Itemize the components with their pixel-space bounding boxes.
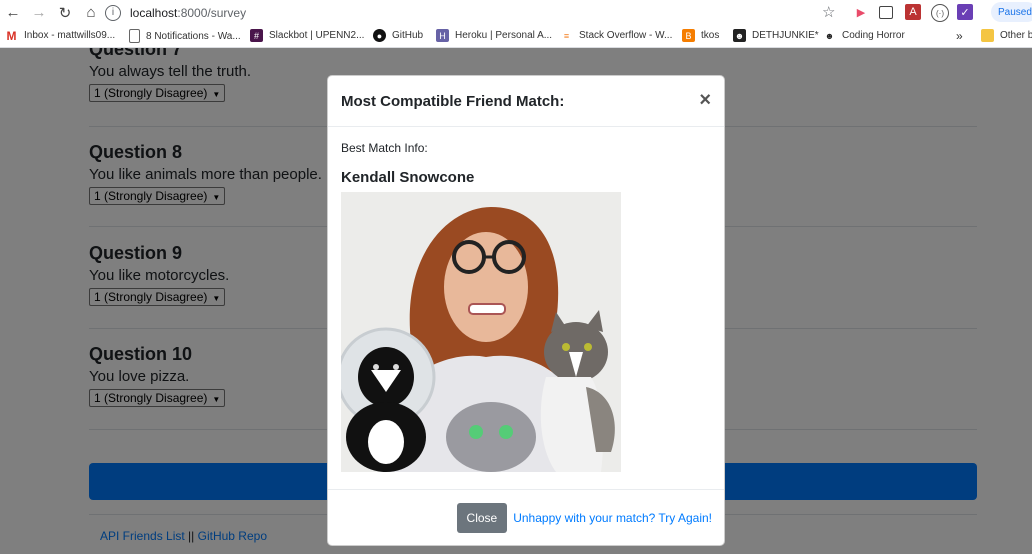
bookmark-item[interactable]: 8 Notifications - Wa... — [129, 29, 241, 43]
folder-icon — [981, 29, 994, 42]
heroku-icon: H — [436, 29, 449, 42]
bookmark-label: GitHub — [392, 30, 424, 41]
bookmark-item[interactable]: ≡ Stack Overflow - W... — [560, 29, 673, 42]
site-info-icon[interactable]: i — [105, 4, 121, 21]
bookmark-item[interactable]: ● GitHub — [373, 29, 423, 42]
bookmark-label: tkos — [701, 30, 720, 41]
bookmark-label: Coding Horror — [842, 30, 905, 41]
close-icon[interactable]: × — [699, 89, 711, 112]
match-modal: Most Compatible Friend Match: × Best Mat… — [327, 75, 725, 546]
forward-icon[interactable]: → — [26, 0, 52, 25]
url-path: :8000/survey — [177, 5, 247, 20]
match-photo — [341, 192, 621, 472]
match-info-label: Best Match Info: — [341, 141, 428, 155]
bookmark-item[interactable]: B tkos — [682, 29, 719, 42]
browser-toolbar: ← → ↻ ⌂ i localhost:8000/survey ☆ ▶ A (·… — [0, 0, 1032, 25]
bookmark-item[interactable]: # Slackbot | UPENN2... — [250, 29, 364, 42]
bookmark-label: DETHJUNKIE* — [752, 30, 819, 41]
site-icon: ☻ — [824, 30, 835, 41]
try-again-link[interactable]: Unhappy with your match? Try Again! — [513, 511, 712, 525]
extension-icon[interactable]: ▶ — [853, 4, 869, 20]
bookmarks-bar: M Inbox - mattwills09... 8 Notifications… — [0, 25, 1032, 48]
bookmark-item[interactable]: M Inbox - mattwills09... — [5, 28, 116, 43]
stackoverflow-icon: ≡ — [563, 30, 570, 41]
reload-icon[interactable]: ↻ — [52, 0, 78, 25]
modal-body: Best Match Info: Kendall Snowcone — [328, 127, 724, 486]
modal-title: Most Compatible Friend Match: — [341, 92, 565, 110]
modal-header: Most Compatible Friend Match: × — [328, 76, 724, 127]
modal-footer: Close Unhappy with your match? Try Again… — [328, 489, 724, 545]
address-bar[interactable]: i localhost:8000/survey — [105, 2, 850, 23]
bookmark-label: Heroku | Personal A... — [455, 30, 553, 41]
slack-icon: # — [250, 29, 263, 42]
extension-icon[interactable]: (·) — [931, 4, 949, 22]
bookmark-label: Inbox - mattwills09... — [24, 30, 116, 41]
bookmark-item[interactable]: H Heroku | Personal A... — [436, 29, 552, 42]
bookmark-label: Other b — [1000, 30, 1032, 41]
url-host: localhost — [130, 5, 178, 20]
page-icon — [129, 29, 140, 43]
match-name: Kendall Snowcone — [341, 169, 475, 186]
bookmark-star-icon[interactable]: ☆ — [822, 3, 835, 21]
profile-paused-button[interactable]: Paused — [991, 2, 1032, 22]
screen-capture-icon[interactable] — [879, 6, 893, 19]
bookmark-item[interactable]: ☻ DETHJUNKIE* — [733, 29, 819, 42]
bookmark-label: Slackbot | UPENN2... — [269, 30, 365, 41]
other-bookmarks-folder[interactable]: Other b — [981, 29, 1032, 42]
bookmark-item[interactable]: ☻ Coding Horror — [823, 29, 905, 42]
github-icon: ● — [373, 29, 386, 42]
site-icon: ☻ — [733, 29, 746, 42]
back-icon[interactable]: ← — [0, 0, 26, 25]
close-button[interactable]: Close — [456, 502, 508, 533]
blogger-icon: B — [682, 29, 695, 42]
bookmarks-overflow-button[interactable]: » — [956, 29, 963, 43]
bookmark-label: 8 Notifications - Wa... — [146, 30, 241, 42]
home-icon[interactable]: ⌂ — [78, 0, 104, 25]
gmail-icon: M — [6, 28, 17, 43]
bookmark-label: Stack Overflow - W... — [579, 30, 673, 41]
extension-check-icon[interactable]: ✓ — [957, 4, 973, 20]
pdf-icon[interactable]: A — [905, 4, 921, 20]
